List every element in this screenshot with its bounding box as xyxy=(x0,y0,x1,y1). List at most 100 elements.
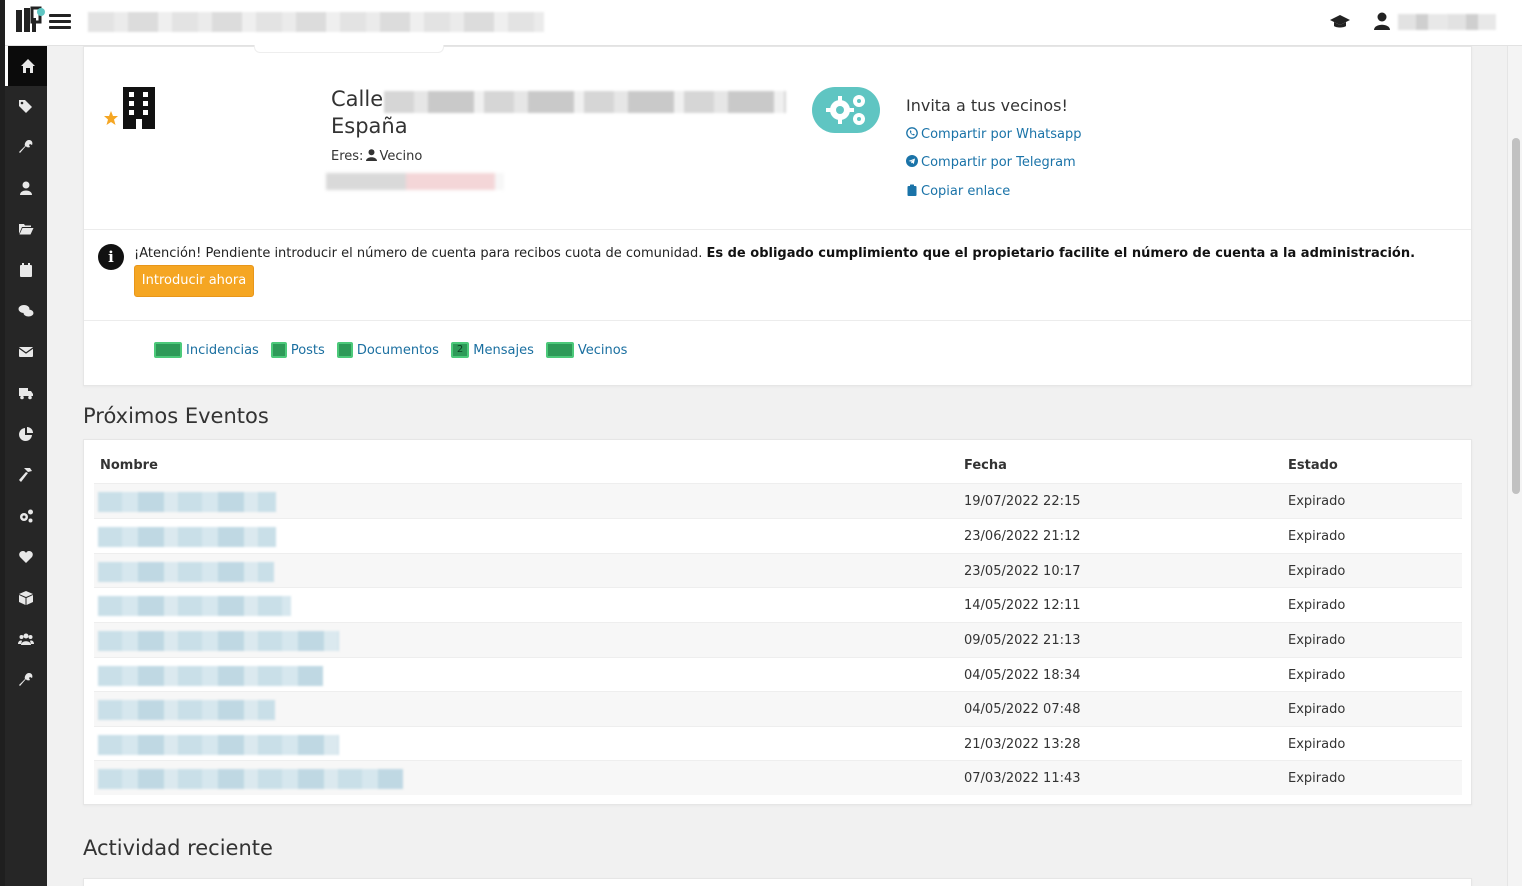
shortcut-label: Mensajes xyxy=(473,342,534,358)
events-title: Próximos Eventos xyxy=(83,404,269,428)
user-small-icon xyxy=(366,149,378,161)
folder-icon[interactable] xyxy=(5,209,47,249)
sidebar xyxy=(5,46,47,886)
table-row[interactable]: 23/06/2022 21:12 Expirado xyxy=(94,518,1462,553)
address-country: España xyxy=(331,114,408,138)
wrench-icon[interactable] xyxy=(5,127,47,167)
activity-card xyxy=(83,878,1472,886)
event-status: Expirado xyxy=(1288,598,1346,613)
event-name-redacted[interactable] xyxy=(98,700,275,720)
shortcut-mensajes[interactable]: 2 Mensajes xyxy=(450,342,534,358)
users-icon[interactable] xyxy=(5,619,47,659)
role-line: Eres: Vecino xyxy=(331,149,422,164)
bank-account-alert: i ¡Atención! Pendiente introducir el núm… xyxy=(84,229,1471,321)
menu-toggle-icon[interactable] xyxy=(49,11,71,33)
shortcut-label: Incidencias xyxy=(186,342,259,358)
top-bar xyxy=(5,0,1522,46)
column-header-fecha[interactable]: Fecha xyxy=(964,458,1007,473)
user-icon[interactable] xyxy=(5,168,47,208)
event-status: Expirado xyxy=(1288,668,1346,683)
table-row[interactable]: 21/03/2022 13:28 Expirado xyxy=(94,726,1462,761)
pie-chart-icon[interactable] xyxy=(5,414,47,454)
telegram-icon xyxy=(906,155,918,167)
enter-now-button[interactable]: Introducir ahora xyxy=(134,265,254,297)
cogs-icon[interactable] xyxy=(5,496,47,536)
count-badge xyxy=(545,342,574,358)
event-status: Expirado xyxy=(1288,737,1346,752)
count-badge xyxy=(336,342,353,358)
shortcut-documentos[interactable]: Documentos xyxy=(336,342,439,358)
event-name-redacted[interactable] xyxy=(98,769,403,789)
share-telegram-label: Compartir por Telegram xyxy=(921,155,1076,170)
share-whatsapp-link[interactable]: Compartir por Whatsapp xyxy=(906,127,1082,142)
clipboard-icon xyxy=(907,184,917,196)
shortcut-vecinos[interactable]: Vecinos xyxy=(545,342,628,358)
count-badge: 2 xyxy=(450,342,470,358)
scrollbar-thumb[interactable] xyxy=(1512,138,1520,494)
community-card: Calle España Eres: Vecino Invita a tus ve… xyxy=(83,45,1472,386)
truck-icon[interactable] xyxy=(5,373,47,413)
building-icon xyxy=(123,87,155,129)
column-header-estado[interactable]: Estado xyxy=(1288,458,1338,473)
event-date: 21/03/2022 13:28 xyxy=(964,737,1081,752)
event-name-redacted[interactable] xyxy=(98,527,276,547)
calendar-icon[interactable] xyxy=(5,250,47,290)
event-status: Expirado xyxy=(1288,564,1346,579)
shortcut-links: Incidencias Posts Documentos 2 Mensajes V… xyxy=(154,339,639,361)
count-badge xyxy=(154,342,182,358)
secondary-info-redacted xyxy=(326,173,504,190)
table-row[interactable]: 09/05/2022 21:13 Expirado xyxy=(94,622,1462,657)
share-telegram-link[interactable]: Compartir por Telegram xyxy=(906,155,1076,170)
box-icon[interactable] xyxy=(5,578,47,618)
event-name-redacted[interactable] xyxy=(98,666,323,686)
event-status: Expirado xyxy=(1288,702,1346,717)
shortcut-label: Vecinos xyxy=(577,342,628,358)
event-status: Expirado xyxy=(1288,633,1346,648)
event-status: Expirado xyxy=(1288,494,1346,509)
event-date: 09/05/2022 21:13 xyxy=(964,633,1081,648)
event-name-redacted[interactable] xyxy=(98,735,339,755)
tools-icon[interactable] xyxy=(5,660,47,700)
events-table: Nombre Fecha Estado 19/07/2022 22:15 Exp… xyxy=(83,439,1472,805)
address-redacted xyxy=(384,91,786,113)
table-row[interactable]: 07/03/2022 11:43 Expirado xyxy=(94,760,1462,795)
address-street: Calle xyxy=(331,87,384,111)
alert-text-bold: Es de obligado cumplimiento que el propi… xyxy=(706,246,1416,261)
event-name-redacted[interactable] xyxy=(98,562,274,582)
table-row[interactable]: 04/05/2022 07:48 Expirado xyxy=(94,691,1462,726)
star-icon[interactable] xyxy=(103,110,119,126)
invite-title: Invita a tus vecinos! xyxy=(906,96,1068,115)
event-status: Expirado xyxy=(1288,771,1346,786)
main-content: Calle España Eres: Vecino Invita a tus ve… xyxy=(47,45,1507,886)
heart-icon[interactable] xyxy=(5,537,47,577)
table-row[interactable]: 19/07/2022 22:15 Expirado xyxy=(94,483,1462,518)
event-date: 04/05/2022 18:34 xyxy=(964,668,1081,683)
event-date: 23/05/2022 10:17 xyxy=(964,564,1081,579)
shortcut-incidencias[interactable]: Incidencias xyxy=(154,342,259,358)
user-name-redacted[interactable] xyxy=(1398,14,1496,30)
card-tab xyxy=(254,45,444,53)
event-name-redacted[interactable] xyxy=(98,596,291,616)
graduation-cap-icon[interactable] xyxy=(1330,14,1350,30)
user-icon[interactable] xyxy=(1374,12,1390,30)
table-row[interactable]: 04/05/2022 18:34 Expirado xyxy=(94,657,1462,692)
event-name-redacted[interactable] xyxy=(98,492,276,512)
table-row[interactable]: 23/05/2022 10:17 Expirado xyxy=(94,553,1462,588)
tags-icon[interactable] xyxy=(5,86,47,126)
comments-icon[interactable] xyxy=(5,291,47,331)
event-name-redacted[interactable] xyxy=(98,631,339,651)
copy-link[interactable]: Copiar enlace xyxy=(906,184,1010,199)
event-date: 23/06/2022 21:12 xyxy=(964,529,1081,544)
shortcut-posts[interactable]: Posts xyxy=(270,342,325,358)
table-row[interactable]: 14/05/2022 12:11 Expirado xyxy=(94,587,1462,622)
page-scrollbar[interactable] xyxy=(1507,46,1522,886)
event-status: Expirado xyxy=(1288,529,1346,544)
column-header-nombre[interactable]: Nombre xyxy=(100,458,158,473)
event-date: 04/05/2022 07:48 xyxy=(964,702,1081,717)
home-icon[interactable] xyxy=(5,46,47,86)
envelope-icon[interactable] xyxy=(5,332,47,372)
event-date: 19/07/2022 22:15 xyxy=(964,494,1081,509)
app-logo[interactable] xyxy=(14,6,47,34)
hammer-icon[interactable] xyxy=(5,455,47,495)
event-date: 14/05/2022 12:11 xyxy=(964,598,1081,613)
